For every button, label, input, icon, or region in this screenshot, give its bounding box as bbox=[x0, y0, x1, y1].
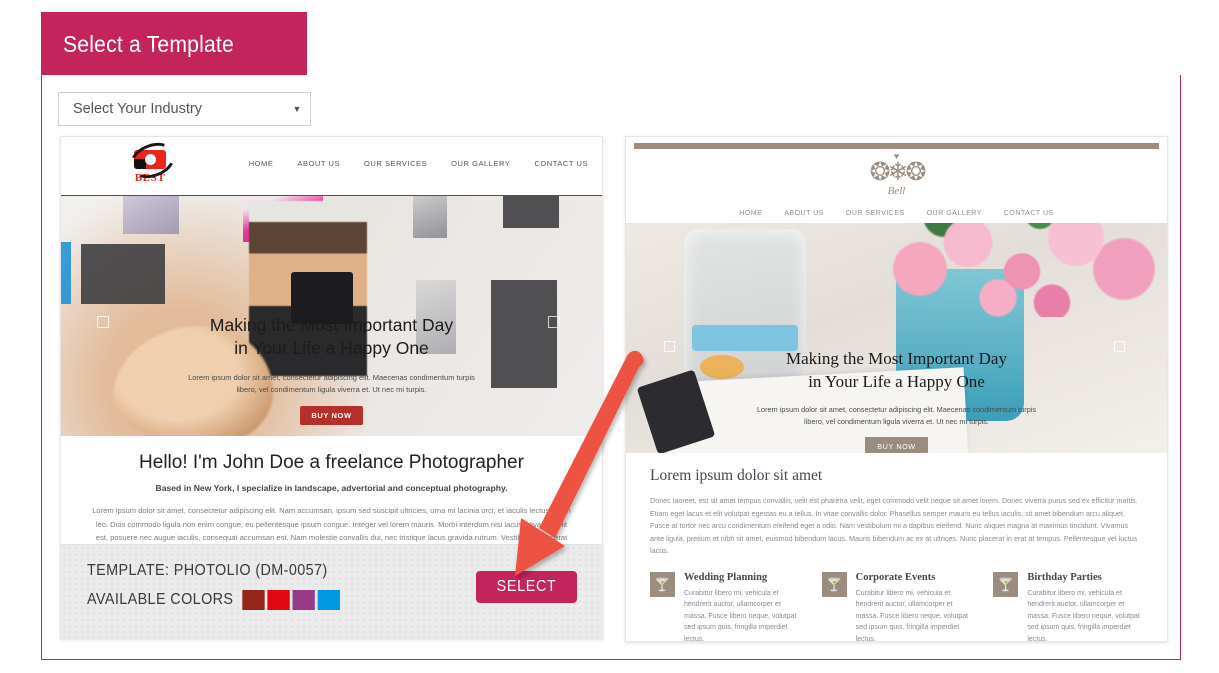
hero-buy-now-button[interactable]: BUY NOW bbox=[865, 437, 928, 453]
hero-paragraph: Lorem ipsum dolor sit amet, consectetur … bbox=[188, 373, 475, 394]
hero-flowers bbox=[866, 223, 1166, 317]
template-nav-bar: ♥ ❂❄❂ Bell HOME ABOUT US OUR SERVICES OU… bbox=[626, 149, 1167, 223]
page-title: Select a Template bbox=[63, 30, 234, 57]
body-subtitle: Based in New York, I specialize in lands… bbox=[155, 483, 508, 493]
nav-item-about-us[interactable]: ABOUT US bbox=[784, 210, 824, 217]
service-item: 🍸 Wedding Planning Curabitur libero mi, … bbox=[650, 571, 800, 642]
template-body: Lorem ipsum dolor sit amet Donec laoreet… bbox=[626, 453, 1167, 558]
color-swatches bbox=[242, 590, 341, 610]
nav-item-our-gallery[interactable]: OUR GALLERY bbox=[927, 210, 982, 217]
nav-item-our-services[interactable]: OUR SERVICES bbox=[846, 210, 905, 217]
nav-item-our-services[interactable]: OUR SERVICES bbox=[364, 159, 427, 168]
nav-item-home[interactable]: HOME bbox=[249, 159, 274, 168]
template-logo: BEST bbox=[119, 137, 181, 185]
color-swatch-3[interactable] bbox=[292, 590, 316, 610]
floral-crest-icon: ❂❄❂ bbox=[869, 158, 927, 186]
logo-brand-text: Bell bbox=[887, 185, 906, 197]
template-nav-bar: BEST HOME ABOUT US OUR SERVICES OUR GALL… bbox=[61, 137, 602, 196]
industry-select[interactable]: Select Your Industry ▼ bbox=[58, 92, 311, 126]
hero-heading: Making the Most Important Day in Your Li… bbox=[626, 347, 1167, 393]
chevron-down-icon: ▼ bbox=[292, 104, 302, 114]
hero-heading-line-2: in Your Life a Happy One bbox=[234, 338, 429, 358]
template-card-photolio[interactable]: BEST HOME ABOUT US OUR SERVICES OUR GALL… bbox=[60, 136, 603, 639]
nav-item-about-us[interactable]: ABOUT US bbox=[297, 159, 340, 168]
body-paragraph: Donec laoreet, est sit amet tempus conva… bbox=[650, 496, 1138, 556]
services-row: 🍸 Wedding Planning Curabitur libero mi, … bbox=[626, 558, 1167, 642]
available-colors-row: AVAILABLE COLORS bbox=[87, 590, 341, 610]
template-name-label: TEMPLATE: PHOTOLIO (DM-0057) bbox=[87, 562, 328, 579]
service-title: Corporate Events bbox=[855, 571, 936, 583]
template-body: Hello! I'm John Doe a freelance Photogra… bbox=[61, 436, 602, 558]
nav-item-contact-us[interactable]: CONTACT US bbox=[534, 159, 588, 168]
template-logo: ♥ ❂❄❂ Bell bbox=[626, 152, 1167, 198]
color-swatch-1[interactable] bbox=[242, 590, 266, 610]
industry-select-value: Select Your Industry bbox=[73, 101, 202, 117]
template-footer-bar: TEMPLATE: PHOTOLIO (DM-0057) AVAILABLE C… bbox=[61, 544, 602, 638]
body-title: Hello! I'm John Doe a freelance Photogra… bbox=[139, 452, 524, 473]
color-swatch-2[interactable] bbox=[267, 590, 291, 610]
service-text: Curabitur libero mi, vehicula et hendrer… bbox=[684, 589, 797, 642]
nav-item-contact-us[interactable]: CONTACT US bbox=[1004, 210, 1054, 217]
hero-heading-line-1: Making the Most Important Day bbox=[209, 315, 454, 335]
hero-paragraph: Lorem ipsum dolor sit amet, consectetur … bbox=[756, 405, 1037, 426]
service-item: 🍸 Birthday Parties Curabitur libero mi, … bbox=[993, 571, 1143, 642]
cocktail-glass-icon: 🍸 bbox=[650, 571, 675, 597]
color-swatch-4[interactable] bbox=[318, 590, 341, 610]
hero-buy-now-button[interactable]: BUY NOW bbox=[300, 406, 363, 425]
nav-item-home[interactable]: HOME bbox=[739, 210, 762, 217]
template-nav-menu: HOME ABOUT US OUR SERVICES OUR GALLERY C… bbox=[626, 210, 1167, 217]
cocktail-glass-icon: 🍸 bbox=[993, 571, 1019, 597]
page-stage: Select a Template Select Your Industry ▼… bbox=[0, 0, 1219, 673]
page-header: Select a Template bbox=[41, 12, 307, 76]
template-hero-image: Making the Most Important Day in Your Li… bbox=[626, 223, 1167, 453]
nav-item-our-gallery[interactable]: OUR GALLERY bbox=[451, 159, 510, 168]
service-title: Birthday Parties bbox=[1027, 571, 1102, 583]
select-button[interactable]: SELECT bbox=[476, 571, 577, 603]
available-colors-label: AVAILABLE COLORS bbox=[87, 591, 234, 608]
template-meta: TEMPLATE: PHOTOLIO (DM-0057) AVAILABLE C… bbox=[87, 562, 359, 610]
service-text: Curabitur libero mi, vehicula et hendrer… bbox=[855, 589, 969, 642]
camera-icon bbox=[124, 137, 181, 185]
template-hero-image: Making the Most Important Day in Your Li… bbox=[61, 196, 602, 436]
template-nav-menu: HOME ABOUT US OUR SERVICES OUR GALLERY C… bbox=[249, 159, 588, 168]
hero-text-block: Making the Most Important Day in Your Li… bbox=[61, 314, 602, 425]
hero-heading-line-1: Making the Most Important Day bbox=[786, 349, 1007, 368]
cocktail-glass-icon: 🍸 bbox=[821, 571, 847, 597]
service-title: Wedding Planning bbox=[684, 571, 768, 583]
hero-heading: Making the Most Important Day in Your Li… bbox=[61, 314, 602, 360]
service-item: 🍸 Corporate Events Curabitur libero mi, … bbox=[821, 571, 972, 642]
service-text: Curabitur libero mi, vehicula et hendrer… bbox=[1027, 589, 1140, 642]
hero-heading-line-2: in Your Life a Happy One bbox=[808, 372, 985, 391]
body-title: Lorem ipsum dolor sit amet bbox=[650, 467, 823, 484]
select-button-label: SELECT bbox=[496, 578, 557, 595]
template-card-wedding[interactable]: ♥ ❂❄❂ Bell HOME ABOUT US OUR SERVICES OU… bbox=[625, 136, 1168, 642]
hero-text-block: Making the Most Important Day in Your Li… bbox=[626, 347, 1167, 453]
